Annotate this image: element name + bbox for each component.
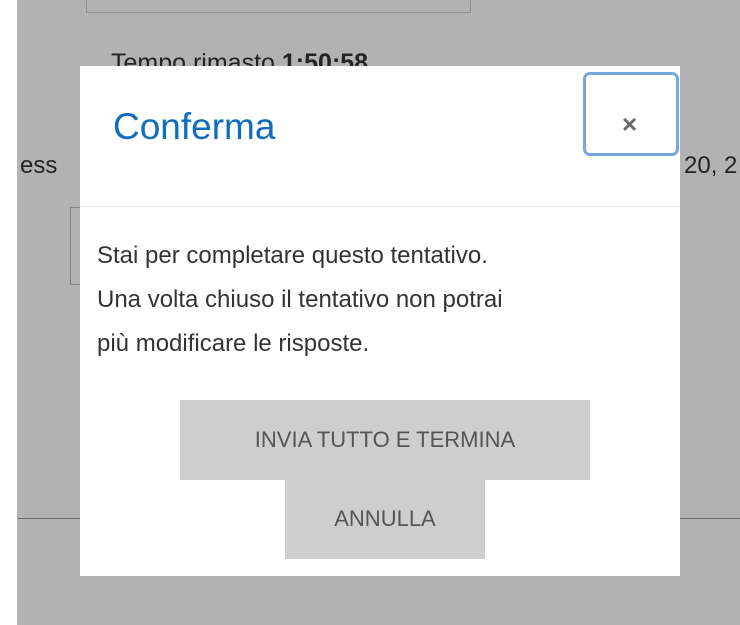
dialog-title: Conferma [113, 106, 276, 147]
dialog-message-line: Una volta chiuso il tentativo non potrai [97, 286, 503, 313]
cancel-button[interactable]: ANNULLA [285, 479, 485, 559]
page-gutter [0, 0, 17, 625]
dialog-message-line: più modificare le risposte. [97, 330, 370, 357]
close-button[interactable]: × [583, 72, 679, 156]
page: Tempo rimasto 1:50:58 e ess 20, 2 Confer… [0, 0, 740, 625]
dialog-body: Stai per completare questo tentativo. Un… [97, 234, 657, 366]
dialog-header: Conferma × [80, 66, 680, 207]
close-icon[interactable]: × [622, 111, 637, 137]
submit-all-button[interactable]: INVIA TUTTO E TERMINA [180, 400, 590, 480]
confirm-dialog: Conferma × Stai per completare questo te… [80, 66, 680, 576]
dialog-message-line: Stai per completare questo tentativo. [97, 242, 488, 269]
